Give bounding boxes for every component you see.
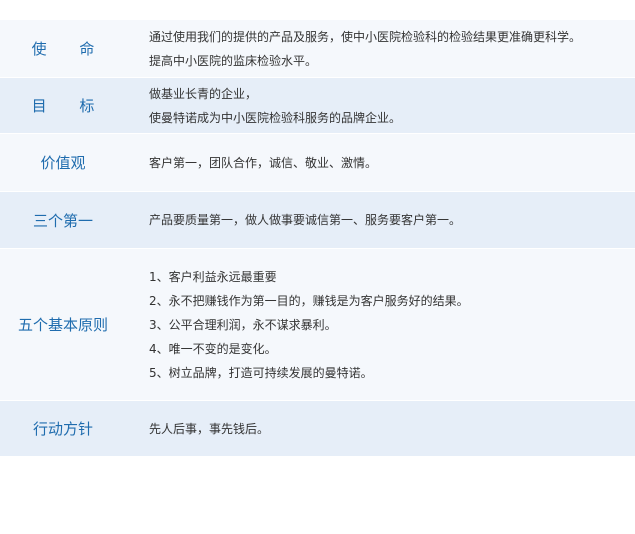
row-label-mission: 使 命 bbox=[31, 40, 109, 58]
values-table: 使 命 通过使用我们的提供的产品及服务，使中小医院检验科的检验结果更准确更科学。… bbox=[0, 20, 635, 457]
row-label-values: 价值观 bbox=[40, 154, 86, 172]
row-content-three-firsts: 产品要质量第一，做人做事要诚信第一、服务要客户第一。 bbox=[126, 192, 635, 248]
content-line: 3、公平合理利润，永不谋求暴利。 bbox=[149, 317, 337, 332]
content-line: 提高中小医院的监床检验水平。 bbox=[149, 53, 318, 68]
row-label-three-firsts: 三个第一 bbox=[32, 211, 93, 230]
row-goal: 目 标 做基业长青的企业， 使曼特诺成为中小医院检验科服务的品牌企业。 bbox=[0, 78, 635, 134]
row-content-five-principles: 1、客户利益永远最重要 2、永不把赚钱作为第一目的，赚钱是为客户服务好的结果。 … bbox=[126, 249, 635, 400]
content-line: 先人后事，事先钱后。 bbox=[149, 421, 270, 436]
content-line: 2、永不把赚钱作为第一目的，赚钱是为客户服务好的结果。 bbox=[149, 293, 469, 308]
content-line: 4、唯一不变的是变化。 bbox=[149, 341, 277, 356]
row-action-policy: 行动方针 先人后事，事先钱后。 bbox=[0, 401, 635, 457]
content-line: 客户第一，团队合作，诚信、敬业、激情。 bbox=[149, 155, 378, 170]
row-content-action-policy: 先人后事，事先钱后。 bbox=[126, 401, 635, 456]
row-three-firsts: 三个第一 产品要质量第一，做人做事要诚信第一、服务要客户第一。 bbox=[0, 192, 635, 249]
content-line: 使曼特诺成为中小医院检验科服务的品牌企业。 bbox=[149, 110, 402, 125]
content-line: 5、树立品牌，打造可持续发展的曼特诺。 bbox=[149, 365, 373, 380]
row-content-goal: 做基业长青的企业， 使曼特诺成为中小医院检验科服务的品牌企业。 bbox=[126, 78, 635, 133]
row-content-mission: 通过使用我们的提供的产品及服务，使中小医院检验科的检验结果更准确更科学。 提高中… bbox=[126, 20, 635, 77]
row-values: 价值观 客户第一，团队合作，诚信、敬业、激情。 bbox=[0, 134, 635, 192]
row-content-values: 客户第一，团队合作，诚信、敬业、激情。 bbox=[126, 134, 635, 191]
row-five-principles: 五个基本原则 1、客户利益永远最重要 2、永不把赚钱作为第一目的，赚钱是为客户服… bbox=[0, 249, 635, 401]
row-label-five-principles: 五个基本原则 bbox=[17, 316, 108, 334]
content-line: 做基业长青的企业， bbox=[149, 86, 258, 101]
content-line: 通过使用我们的提供的产品及服务，使中小医院检验科的检验结果更准确更科学。 bbox=[149, 29, 582, 44]
row-label-goal: 目 标 bbox=[31, 97, 109, 115]
row-mission: 使 命 通过使用我们的提供的产品及服务，使中小医院检验科的检验结果更准确更科学。… bbox=[0, 20, 635, 78]
content-line: 产品要质量第一，做人做事要诚信第一、服务要客户第一。 bbox=[149, 213, 462, 227]
row-label-action-policy: 行动方针 bbox=[32, 420, 93, 438]
content-line: 1、客户利益永远最重要 bbox=[149, 269, 277, 284]
